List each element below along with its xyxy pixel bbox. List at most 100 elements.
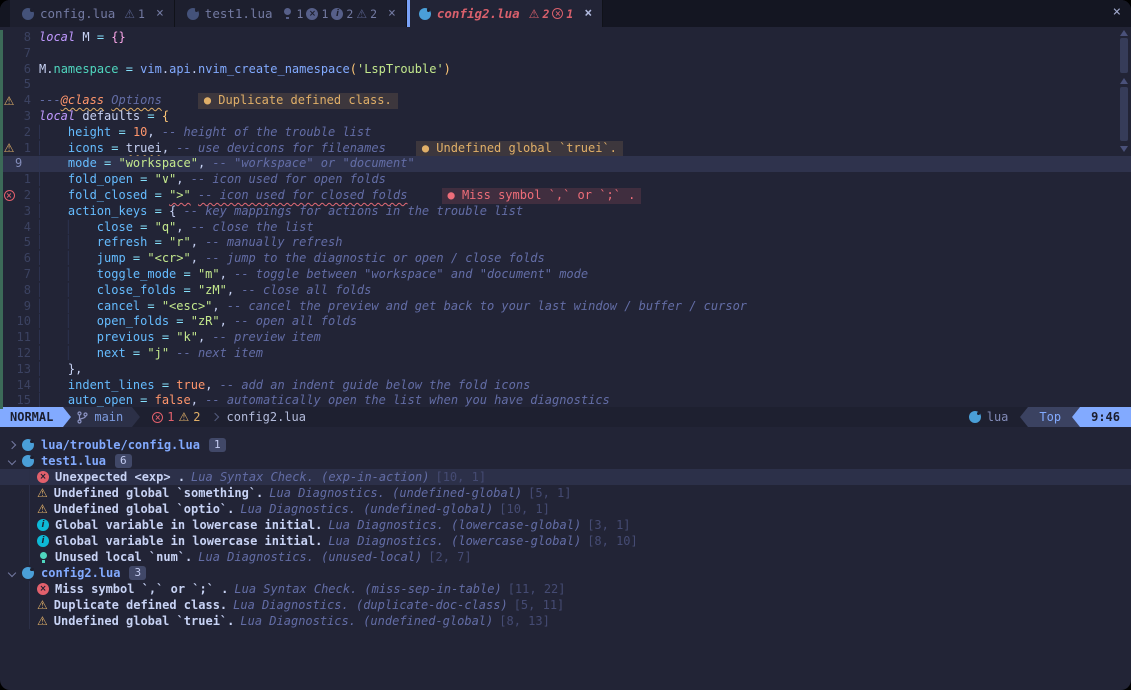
close-all-icon[interactable]: × [1113,4,1121,20]
token: "j" [147,346,176,360]
code-line[interactable]: ⚠4---@class Options● Duplicate defined c… [0,93,1131,109]
scrollbar-thumb[interactable] [1120,38,1128,73]
diagnostic-source: Lua Diagnostics. (unused-local) [198,550,422,564]
sign-column [3,62,15,78]
token: ">" [169,188,191,202]
code-line[interactable]: 10▏ ▏ open_folds = "zR", -- open all fol… [0,314,1131,330]
code-line[interactable]: 9▏ mode = "workspace", -- "workspace" or… [0,156,1131,172]
code-line[interactable]: 5 [0,77,1131,93]
scrollbar-thumb[interactable] [1120,87,1128,141]
diagnostic-row[interactable]: iGlobal variable in lowercase initial.Lu… [0,517,1131,533]
diagnostic-row[interactable]: Unused local `num`.Lua Diagnostics. (unu… [0,549,1131,565]
trouble-file-row[interactable]: test1.lua6 [0,453,1131,469]
diagnostic-source: Lua Diagnostics. (lowercase-global) [328,534,581,548]
error-icon: × [306,8,318,20]
code-line[interactable]: 12▏ ▏ next = "j" -- next item [0,346,1131,362]
token: namespace [53,62,125,76]
token: , [191,251,205,265]
token: -- cancel the preview and get back to yo… [227,299,747,313]
diagnostic-row[interactable]: ⚠Undefined global `optio`.Lua Diagnostic… [0,501,1131,517]
code-line[interactable]: 11▏ ▏ previous = "k", -- preview item [0,330,1131,346]
code-line[interactable]: 15▏ auto_open = false, -- automatically … [0,393,1131,409]
chevron-down-icon[interactable] [8,457,16,465]
chevron-right-icon[interactable] [8,441,16,449]
token: ▏ ▏ [39,283,97,297]
trouble-file-row[interactable]: lua/trouble/config.lua1 [0,437,1131,453]
token: "k" [176,330,198,344]
token: -- "workspace" or "document" [212,156,414,170]
code-line[interactable]: 4▏ ▏ close = "q", -- close the list [0,220,1131,236]
token: . [162,62,169,76]
token: --- [39,93,61,107]
code-line[interactable]: 6▏ ▏ jump = "<cr>", -- jump to the diagn… [0,251,1131,267]
code-line[interactable]: 7▏ ▏ toggle_mode = "m", -- toggle betwee… [0,267,1131,283]
code-line[interactable]: ×2▏ fold_closed = ">" -- icon used for c… [0,188,1131,204]
token: ▏ [39,188,68,202]
close-tab-icon[interactable]: × [156,6,164,21]
token: , [220,314,234,328]
code-line[interactable]: 5▏ ▏ refresh = "r", -- manually refresh [0,235,1131,251]
code-line[interactable]: 7 [0,46,1131,62]
line-number: 7 [15,267,39,283]
token: -- use devicons for filenames [176,141,386,155]
code-line[interactable]: 9▏ ▏ cancel = "<esc>", -- cancel the pre… [0,299,1131,315]
sign-column [3,125,15,141]
diagnostic-row[interactable]: ⚠Undefined global `truei`.Lua Diagnostic… [0,613,1131,629]
tab-config.lua[interactable]: config.lua⚠1× [10,0,175,27]
token: = [97,30,111,44]
diagnostic-position: [10, 1] [435,470,486,484]
code-line[interactable]: 8local M = {} [0,30,1131,46]
warn-icon: ⚠ [37,599,48,611]
diagnostic-count: 2 [370,7,377,21]
diagnostic-count: 1 [297,7,304,21]
diagnostic-row[interactable]: ×Miss symbol `,` or `;` .Lua Syntax Chec… [0,581,1131,597]
code-line[interactable]: 1▏ fold_open = "∨", -- icon used for ope… [0,172,1131,188]
code-line[interactable]: 8▏ ▏ close_folds = "zM", -- close all fo… [0,283,1131,299]
scrollbar[interactable] [1120,30,1128,404]
close-tab-icon[interactable]: × [388,6,396,21]
code-line[interactable]: ⚠1▏ icons = truei, -- use devicons for f… [0,141,1131,157]
scrollbar-down-icon[interactable] [1120,146,1128,152]
scrollbar-up-icon[interactable] [1120,30,1128,36]
tab-test1.lua[interactable]: test1.lua1×1i2⚠2× [175,0,407,27]
token: Options [111,93,162,107]
token: = [104,156,118,170]
line-number: 1 [15,141,39,157]
diagnostic-position: [8, 13] [499,614,550,628]
code-text: ▏ ▏ close_folds = "zM", -- close all fol… [39,283,371,299]
token: , [212,299,226,313]
diagnostic-row[interactable]: ×Unexpected <exp> .Lua Syntax Check. (ex… [0,469,1131,485]
code-text: local M = {} [39,30,126,46]
token: ▏ ▏ [39,235,97,249]
code-line[interactable]: 3▏ action_keys = { -- key mappings for a… [0,204,1131,220]
chevron-down-icon[interactable] [8,569,16,577]
warning-count: 2 [193,410,200,424]
diagnostic-row[interactable]: ⚠Duplicate defined class.Lua Diagnostics… [0,597,1131,613]
code-line[interactable]: 6M.namespace = vim.api.nvim_create_names… [0,62,1131,78]
code-line[interactable]: 3local defaults = { [0,109,1131,125]
token: , [176,220,190,234]
close-tab-icon[interactable]: × [584,6,592,21]
token: local [39,30,82,44]
diagnostic-message: Global variable in lowercase initial. [55,518,322,532]
editor-buffer[interactable]: 8local M = {}76M.namespace = vim.api.nvi… [0,27,1131,407]
diagnostic-position: [5, 1] [528,486,571,500]
token: = [140,220,154,234]
diagnostic-count-badge: 1 [209,438,226,452]
info-icon: i [331,8,343,20]
token: ▏ [39,156,68,170]
hint-icon [282,8,294,20]
line-number: 10 [15,314,39,330]
diagnostic-row[interactable]: iGlobal variable in lowercase initial.Lu… [0,533,1131,549]
trouble-file-row[interactable]: config2.lua3 [0,565,1131,581]
code-line[interactable]: 2▏ height = 10, -- height of the trouble… [0,125,1131,141]
token: auto_open [68,393,140,407]
scroll-position-label: Top [1028,407,1072,427]
sign-column [3,299,15,315]
neovim-window: config.lua⚠1×test1.lua1×1i2⚠2×config2.lu… [0,0,1131,690]
tab-config2.lua[interactable]: config2.lua⚠2×1× [407,0,603,27]
code-text: ▏ ▏ cancel = "<esc>", -- cancel the prev… [39,299,747,315]
diagnostic-row[interactable]: ⚠Undefined global `something`.Lua Diagno… [0,485,1131,501]
code-line[interactable]: 14▏ indent_lines = true, -- add an inden… [0,378,1131,394]
code-line[interactable]: 13▏ }, [0,362,1131,378]
